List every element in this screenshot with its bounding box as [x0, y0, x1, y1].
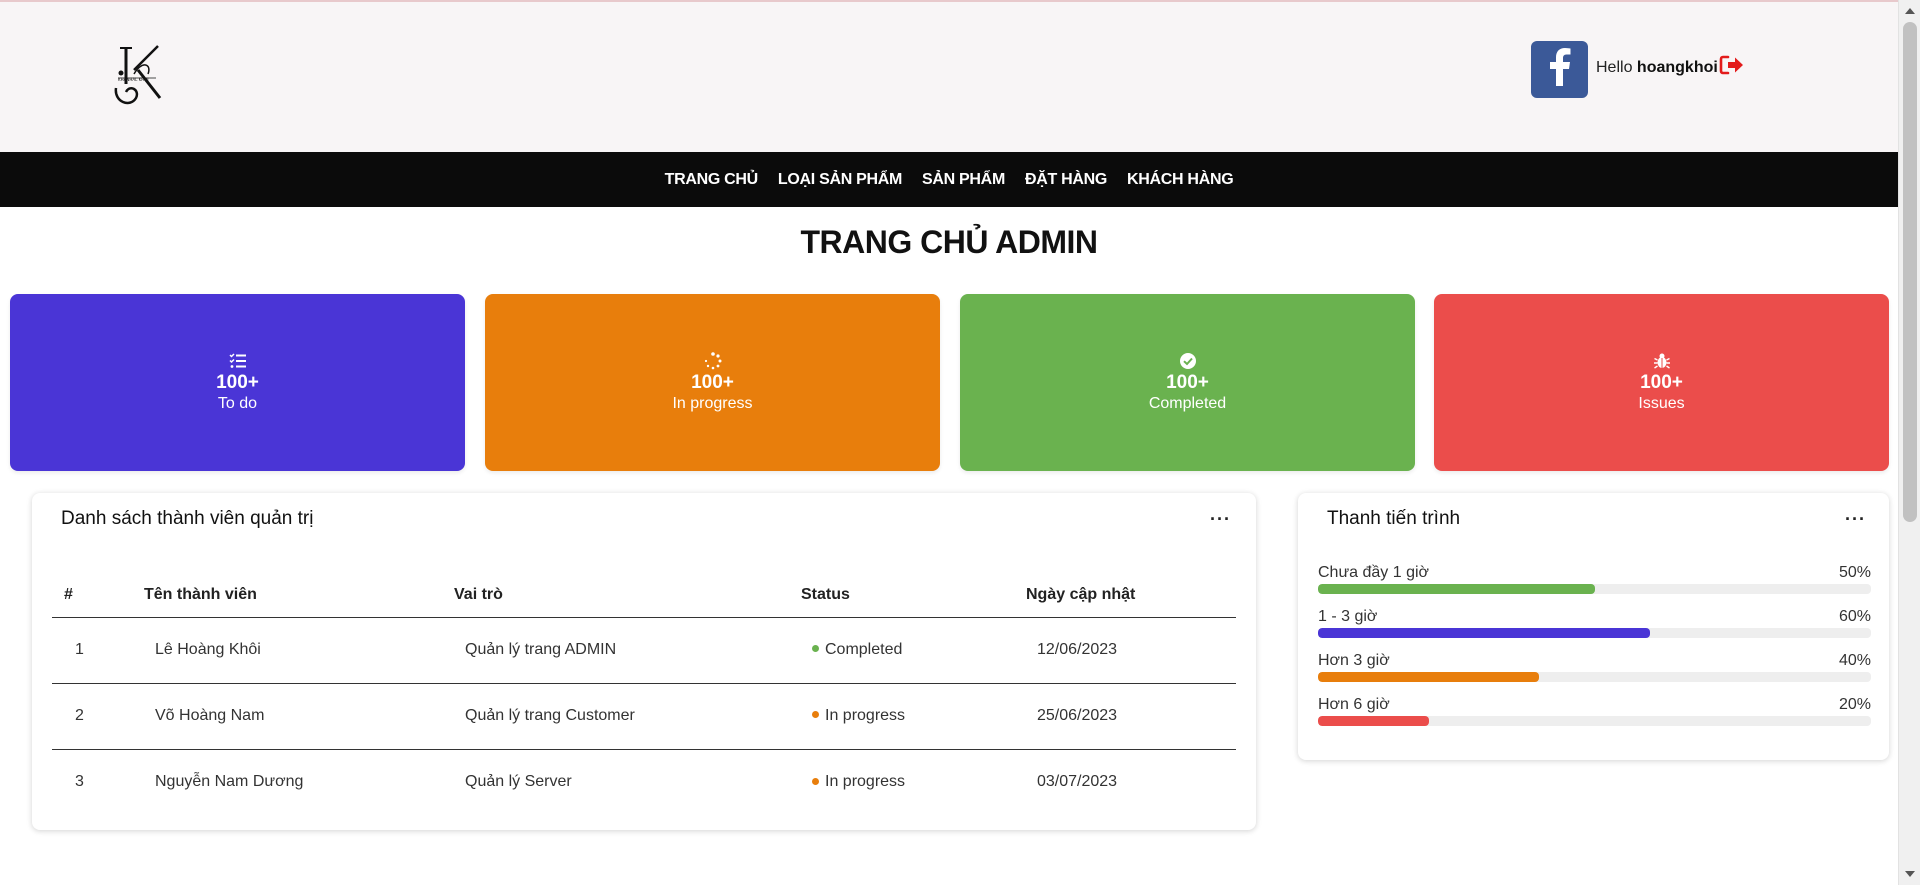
- column-header-name: Tên thành viên: [132, 573, 442, 618]
- stat-label: Completed: [1148, 394, 1227, 412]
- stat-label: In progress: [672, 394, 753, 412]
- more-horizontal-icon[interactable]: ···: [1210, 510, 1231, 528]
- progress-item: Chưa đầy 1 giờ 50%: [1318, 563, 1871, 594]
- scrollbar-thumb[interactable]: [1903, 22, 1917, 522]
- nav-item-home[interactable]: TRANG CHỦ: [665, 171, 759, 189]
- page-title: TRANG CHỦ ADMIN: [800, 224, 1098, 260]
- progress-panel-title: Thanh tiến trình: [1327, 508, 1461, 529]
- progress-label: Hơn 6 giờ: [1318, 696, 1390, 713]
- task-list-icon: [228, 352, 247, 370]
- nav-item-customers[interactable]: KHÁCH HÀNG: [1127, 171, 1234, 189]
- progress-track: [1318, 584, 1871, 594]
- nav-item-products[interactable]: SẢN PHẨM: [922, 171, 1005, 189]
- progress-item: Hơn 6 giờ 20%: [1318, 695, 1871, 726]
- progress-label: Chưa đầy 1 giờ: [1318, 564, 1430, 581]
- stat-label: To do: [217, 394, 258, 412]
- user-greeting: Hello hoangkhoi: [1596, 59, 1718, 77]
- cell-number: 1: [52, 617, 132, 684]
- progress-fill: [1318, 716, 1429, 726]
- table-header-row: # Tên thành viên Vai trò Status Ngày cập…: [52, 573, 1236, 618]
- cell-role: Quản lý trang ADMIN: [442, 617, 789, 684]
- username: hoangkhoi: [1636, 59, 1718, 76]
- more-horizontal-icon[interactable]: ···: [1845, 510, 1866, 528]
- members-table: # Tên thành viên Vai trò Status Ngày cập…: [52, 573, 1236, 815]
- stat-card-completed[interactable]: 100+ Completed: [960, 294, 1415, 471]
- cell-status: Completed: [789, 617, 1014, 684]
- cell-number: 2: [52, 683, 132, 750]
- progress-fill: [1318, 628, 1650, 638]
- progress-track: [1318, 628, 1871, 638]
- svg-text:KHANHAL KHOI: KHANHAL KHOI: [118, 77, 149, 82]
- cell-name: Võ Hoàng Nam: [132, 683, 442, 750]
- main-navbar: TRANG CHỦ LOẠI SẢN PHẨM SẢN PHẨM ĐẶT HÀN…: [0, 152, 1898, 207]
- stat-label: Issues: [1638, 394, 1685, 412]
- nav-item-orders[interactable]: ĐẶT HÀNG: [1025, 171, 1107, 189]
- facebook-icon: [1549, 48, 1571, 91]
- progress-percent: 20%: [1838, 696, 1871, 713]
- cell-name: Nguyễn Nam Dương: [155, 773, 304, 791]
- table-row[interactable]: 2 Võ Hoàng Nam Quản lý trang Customer In…: [52, 683, 1236, 750]
- progress-item: Hơn 3 giờ 40%: [1318, 651, 1871, 682]
- status-dot: [812, 711, 819, 719]
- status-dot: [812, 645, 819, 653]
- greeting-prefix: Hello: [1596, 59, 1633, 76]
- stat-value: 100+: [1166, 371, 1209, 393]
- members-panel-title: Danh sách thành viên quản trị: [61, 508, 314, 529]
- spinner-icon: [704, 351, 722, 370]
- stat-value: 100+: [1640, 371, 1683, 393]
- table-row[interactable]: 3 Nguyễn Nam Dương Quản lý Server In pro…: [52, 749, 1236, 815]
- sign-out-icon[interactable]: [1719, 54, 1745, 76]
- stat-value: 100+: [691, 371, 734, 393]
- top-header: KHANHAL KHOI Hello hoangkhoi: [0, 0, 1898, 152]
- progress-track: [1318, 716, 1871, 726]
- vertical-scrollbar[interactable]: [1898, 0, 1920, 885]
- progress-fill: [1318, 584, 1595, 594]
- column-header-role: Vai trò: [442, 573, 789, 618]
- stat-card-in-progress[interactable]: 100+ In progress: [485, 294, 940, 471]
- cell-date: 03/07/2023: [1037, 773, 1118, 791]
- check-circle-icon: [1179, 352, 1197, 370]
- table-row[interactable]: 1 Lê Hoàng Khôi Quản lý trang ADMIN Comp…: [52, 617, 1236, 684]
- cell-role: Quản lý Server: [465, 773, 572, 791]
- progress-percent: 50%: [1838, 564, 1871, 581]
- stat-card-issues[interactable]: 100+ Issues: [1434, 294, 1889, 471]
- progress-label: Hơn 3 giờ: [1318, 652, 1390, 669]
- progress-percent: 40%: [1838, 652, 1871, 669]
- cell-date: 25/06/2023: [1014, 683, 1236, 750]
- cell-status: In progress: [789, 683, 1014, 750]
- stat-card-todo[interactable]: 100+ To do: [10, 294, 465, 471]
- status-text: Completed: [825, 641, 903, 658]
- progress-item: 1 - 3 giờ 60%: [1318, 607, 1871, 638]
- cell-date: 12/06/2023: [1014, 617, 1236, 684]
- page: KHANHAL KHOI Hello hoangkhoi TRANG CHỦ L…: [0, 0, 1898, 885]
- cell-status: In progress: [789, 749, 1014, 815]
- column-header-status: Status: [789, 573, 1014, 618]
- column-header-updated-date: Ngày cập nhật: [1014, 573, 1236, 618]
- status-text: In progress: [825, 707, 906, 724]
- facebook-button[interactable]: [1531, 41, 1588, 98]
- scroll-up-arrow-icon[interactable]: [1905, 8, 1915, 14]
- progress-percent: 60%: [1838, 608, 1871, 625]
- progress-track: [1318, 672, 1871, 682]
- nav-item-product-categories[interactable]: LOẠI SẢN PHẨM: [778, 171, 902, 189]
- progress-panel: Thanh tiến trình ··· Chưa đầy 1 giờ 50% …: [1298, 493, 1889, 760]
- cell-number: 3: [75, 773, 84, 791]
- progress-label: 1 - 3 giờ: [1318, 608, 1378, 625]
- status-text: In progress: [825, 773, 906, 791]
- progress-fill: [1318, 672, 1540, 682]
- members-panel: Danh sách thành viên quản trị ··· # Tên …: [32, 493, 1256, 830]
- stat-value: 100+: [216, 371, 259, 393]
- status-dot: [812, 777, 819, 785]
- cell-name: Lê Hoàng Khôi: [132, 617, 442, 684]
- cell-role: Quản lý trang Customer: [442, 683, 789, 750]
- scroll-down-arrow-icon[interactable]: [1905, 871, 1915, 877]
- column-header-number: #: [52, 573, 132, 618]
- bug-icon: [1653, 352, 1671, 370]
- kv-monogram-logo[interactable]: KHANHAL KHOI: [112, 40, 170, 112]
